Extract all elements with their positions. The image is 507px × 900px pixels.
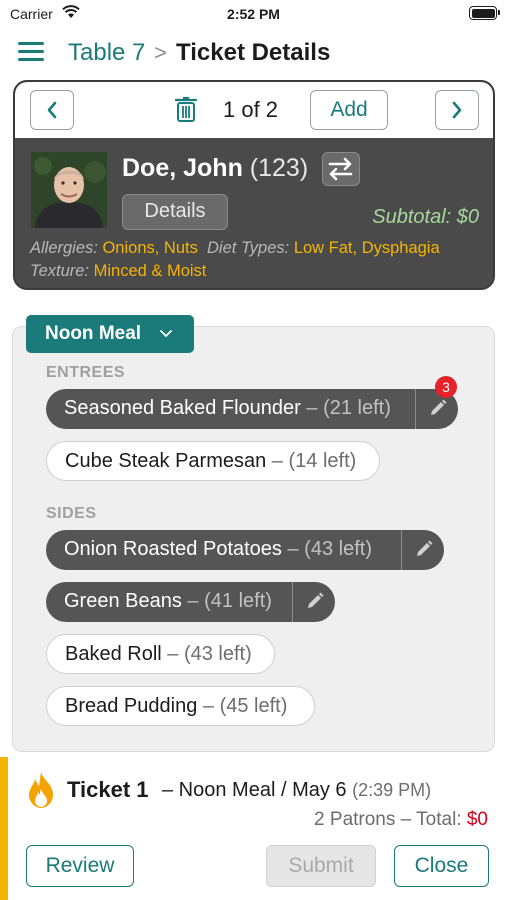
ticket-total: $0 bbox=[466, 809, 488, 830]
ticket-name: Ticket 1 bbox=[67, 777, 149, 802]
menu-item-remaining: (14 left) bbox=[288, 450, 357, 472]
menu-item-name: Seasoned Baked Flounder bbox=[64, 397, 301, 419]
patient-card: 1 of 2 Add Doe, John (123) Details Subto… bbox=[13, 80, 495, 290]
breadcrumb-separator: > bbox=[154, 40, 167, 65]
menu-item-cube-steak-parmesan[interactable]: Cube Steak Parmesan – (14 left) bbox=[46, 441, 380, 481]
menu-item-remaining: (21 left) bbox=[323, 397, 391, 419]
previous-patient-button[interactable] bbox=[30, 90, 74, 130]
menu-item-name: Cube Steak Parmesan bbox=[65, 450, 267, 472]
menu-item-seasoned-baked-flounder[interactable]: Seasoned Baked Flounder – (21 left) bbox=[46, 389, 458, 429]
chip-divider bbox=[415, 389, 416, 429]
submit-button[interactable]: Submit bbox=[266, 845, 376, 887]
texture-value: Minced & Moist bbox=[93, 262, 207, 280]
patient-name-line: Doe, John (123) bbox=[122, 154, 308, 183]
menu-item-dash: – bbox=[287, 538, 299, 560]
pencil-icon bbox=[308, 592, 324, 608]
chevron-down-icon bbox=[159, 315, 173, 368]
ticket-footer: Ticket 1 – Noon Meal / May 6 (2:39 PM) 2… bbox=[0, 757, 507, 900]
pencil-icon bbox=[417, 540, 433, 556]
allergies-value: Onions, Nuts bbox=[102, 239, 198, 257]
nav-bar: Table 7 > Ticket Details bbox=[0, 32, 507, 74]
chevron-left-icon bbox=[47, 101, 57, 119]
menu-item-baked-roll[interactable]: Baked Roll – (43 left) bbox=[46, 634, 275, 674]
app-screen: Carrier 2:52 PM Table 7 > Ticket Details bbox=[0, 0, 507, 900]
menu-item-name: Onion Roasted Potatoes bbox=[64, 538, 282, 560]
menu-item-dash: – bbox=[167, 643, 179, 665]
texture-label: Texture: bbox=[30, 262, 90, 280]
menu-icon[interactable] bbox=[18, 42, 44, 62]
menu-item-name: Green Beans bbox=[64, 590, 182, 612]
patient-details-button[interactable]: Details bbox=[122, 194, 228, 230]
edit-item-button[interactable] bbox=[294, 582, 334, 622]
menu-item-remaining: (43 left) bbox=[183, 643, 252, 665]
chip-divider bbox=[401, 530, 402, 570]
menu-item-remaining: (41 left) bbox=[204, 590, 272, 612]
menu-item-name: Bread Pudding bbox=[65, 695, 198, 717]
page-title: Ticket Details bbox=[176, 39, 331, 66]
diet-types-label: Diet Types: bbox=[207, 239, 290, 257]
ticket-status-stripe bbox=[0, 757, 8, 900]
patient-pager: 1 of 2 Add bbox=[15, 82, 493, 138]
ticket-time: (2:39 PM) bbox=[352, 780, 432, 800]
subtotal-label: Subtotal: $0 bbox=[372, 206, 479, 228]
patient-id: (123) bbox=[249, 154, 309, 182]
flame-icon bbox=[29, 772, 53, 808]
chevron-right-icon bbox=[452, 101, 462, 119]
menu-item-dash: – bbox=[202, 695, 215, 717]
edit-item-button[interactable] bbox=[403, 530, 443, 570]
ticket-meal-date: – Noon Meal / May 6 bbox=[162, 779, 347, 801]
ticket-meal-info: – Noon Meal / May 6 (2:39 PM) bbox=[162, 779, 431, 802]
menu-item-bread-pudding[interactable]: Bread Pudding – (45 left) bbox=[46, 686, 315, 726]
entrees-heading: ENTREES bbox=[46, 364, 126, 381]
chip-divider bbox=[292, 582, 293, 622]
menu-item-onion-roasted-potatoes[interactable]: Onion Roasted Potatoes – (43 left) bbox=[46, 530, 444, 570]
menu-item-dash: – bbox=[187, 590, 199, 612]
meal-selector-label: Noon Meal bbox=[45, 323, 142, 344]
close-button[interactable]: Close bbox=[394, 845, 489, 887]
breadcrumb-table[interactable]: Table 7 bbox=[68, 39, 145, 67]
patient-name: Doe, John bbox=[122, 154, 243, 182]
patient-count: 1 of 2 bbox=[223, 97, 279, 122]
next-patient-button[interactable] bbox=[435, 90, 479, 130]
clock: 2:52 PM bbox=[227, 6, 280, 22]
menu-item-remaining: (43 left) bbox=[304, 538, 372, 560]
add-patient-button[interactable]: Add bbox=[310, 90, 388, 130]
review-button[interactable]: Review bbox=[26, 845, 134, 887]
patient-avatar bbox=[31, 152, 107, 228]
ticket-summary: 2 Patrons – Total: $0 bbox=[314, 809, 488, 831]
swap-patient-button[interactable] bbox=[322, 152, 360, 186]
quantity-badge: 3 bbox=[435, 376, 457, 398]
menu-item-name: Baked Roll bbox=[65, 643, 162, 665]
swap-icon bbox=[328, 157, 353, 181]
ticket-patrons: 2 Patrons – Total: bbox=[314, 809, 462, 830]
battery-icon bbox=[469, 6, 500, 20]
diet-info: Allergies: Onions, Nuts Diet Types: Low … bbox=[30, 237, 480, 283]
menu-item-green-beans[interactable]: Green Beans – (41 left) bbox=[46, 582, 335, 622]
trash-icon[interactable] bbox=[175, 96, 197, 122]
menu-item-dash: – bbox=[306, 397, 318, 419]
diet-types-value: Low Fat, Dysphagia bbox=[293, 239, 440, 257]
allergies-label: Allergies: bbox=[30, 239, 98, 257]
menu-item-dash: – bbox=[271, 450, 283, 472]
meal-selector[interactable]: Noon Meal bbox=[26, 315, 194, 353]
sides-heading: SIDES bbox=[46, 505, 97, 522]
status-bar: Carrier 2:52 PM bbox=[0, 0, 507, 30]
menu-item-remaining: (45 left) bbox=[219, 695, 288, 717]
